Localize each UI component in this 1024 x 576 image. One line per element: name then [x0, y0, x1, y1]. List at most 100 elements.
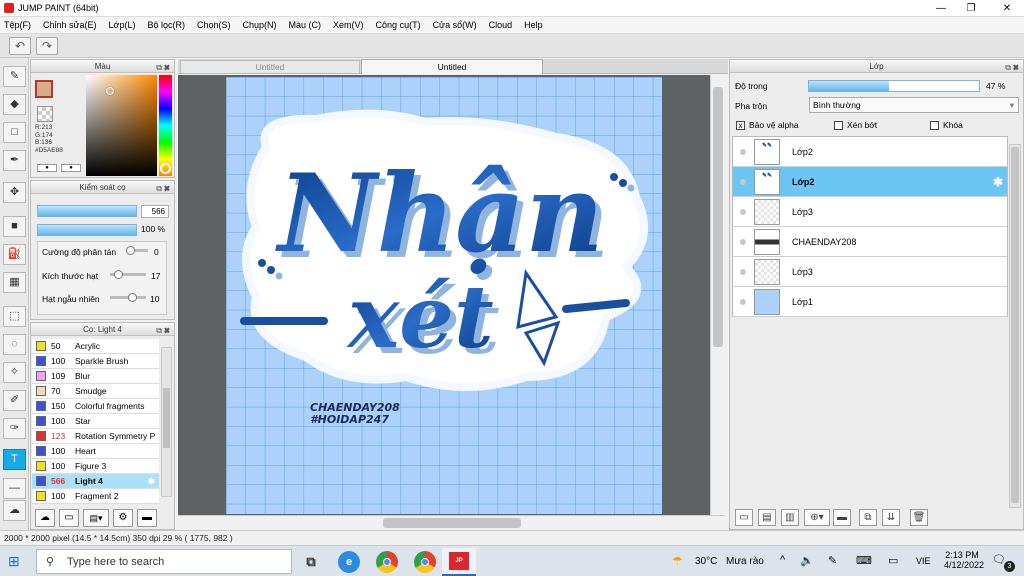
menu-capture[interactable]: Chụp(N) [243, 20, 277, 30]
tool-magic-wand[interactable]: ✧ [3, 362, 26, 383]
delete-layer-button[interactable]: 🗑 [910, 509, 928, 526]
brush-opacity-slider[interactable] [37, 224, 137, 236]
menu-filter[interactable]: Bộ lọc(R) [147, 20, 185, 30]
brush-item[interactable]: 150 Colorful fragments [32, 399, 159, 414]
color-picker-square[interactable] [86, 75, 157, 176]
tool-eraser[interactable]: ◆ [3, 94, 26, 115]
visibility-dot-icon[interactable] [740, 298, 746, 305]
tray-chevron-up-icon[interactable]: ^ [780, 554, 785, 566]
menu-select[interactable]: Chọn(S) [197, 20, 231, 30]
speaker-icon[interactable]: 🔈 [800, 554, 814, 567]
panel-controls-icon[interactable]: ⧉✖ [156, 182, 172, 195]
tool-lasso[interactable]: ◌ [3, 334, 26, 355]
brush-list-scrollbar[interactable] [161, 347, 172, 497]
brush-item[interactable]: 70 Smudge [32, 384, 159, 399]
pen-tray-icon[interactable]: ✎ [828, 554, 837, 567]
maximize-button[interactable]: ❐ [956, 0, 986, 17]
transparent-swatch[interactable] [37, 106, 53, 122]
brush-size-slider[interactable] [37, 205, 137, 217]
duplicate-layer-button[interactable]: ⧉ [859, 509, 877, 526]
tool-pen[interactable]: ✒ [3, 150, 26, 171]
brush-item[interactable]: 100 Figure 3 [32, 459, 159, 474]
particle-size-handle[interactable] [114, 270, 123, 279]
tool-bucket[interactable]: ⛽ [3, 244, 26, 265]
tab-untitled-2-active[interactable]: Untitled [361, 59, 543, 74]
edge-browser-icon[interactable]: e [338, 551, 360, 573]
layer-row[interactable]: Lớp3 [733, 197, 1007, 227]
protect-alpha-checkbox[interactable]: x Bảo vệ alpha [736, 120, 799, 131]
undo-button[interactable]: ↶ [9, 37, 31, 55]
brush-item[interactable]: 100 Star [32, 414, 159, 429]
merge-layer-button[interactable]: ⇊ [882, 509, 900, 526]
visibility-dot-icon[interactable] [740, 208, 746, 215]
tool-cloud[interactable]: ☁ [3, 500, 26, 521]
chrome-icon[interactable] [414, 551, 436, 573]
particle-size-slider[interactable] [110, 270, 146, 279]
menu-help[interactable]: Help [524, 20, 543, 30]
visibility-dot-icon[interactable] [740, 268, 746, 275]
hue-slider-handle[interactable] [160, 163, 171, 174]
task-view-icon[interactable]: ⧉ [300, 551, 322, 573]
tool-marquee[interactable]: ⬚ [3, 306, 26, 327]
clip-checkbox[interactable]: Xén bớt [834, 120, 877, 131]
layer-add-menu-button[interactable]: ⊕▾ [804, 509, 830, 526]
weather-text[interactable]: Mưa rào [726, 556, 764, 567]
layer-row-selected[interactable]: ✎✎ Lớp2 ✱ [733, 167, 1007, 197]
clock[interactable]: 2:13 PM 4/12/2022 [944, 550, 984, 570]
brush-folder-button[interactable]: ▬ [137, 509, 157, 527]
network-icon[interactable]: ▭ [888, 554, 898, 567]
keyboard-icon[interactable]: ⌨ [856, 554, 872, 567]
brush-item-selected[interactable]: 566 Light 4 ✱ [32, 474, 159, 489]
visibility-dot-icon[interactable] [740, 178, 746, 185]
lock-checkbox[interactable]: Khóa [930, 120, 963, 131]
canvas-viewport[interactable]: Nhận Nhận xét xét CHAENDAY208 #HOIDAP247 [178, 75, 710, 515]
tool-text[interactable]: T [3, 449, 26, 470]
drawing-canvas[interactable]: Nhận Nhận xét xét CHAENDAY208 #HOIDAP247 [226, 77, 662, 514]
hue-slider[interactable] [159, 75, 172, 176]
new-layer-button[interactable]: ▭ [735, 509, 753, 526]
taskbar-search-box[interactable]: ⚲ Type here to search [36, 549, 292, 574]
layer-row[interactable]: Lớp3 [733, 257, 1007, 287]
foreground-color-swatch[interactable] [35, 80, 53, 98]
tab-untitled-1[interactable]: Untitled [180, 60, 360, 74]
brush-item[interactable]: 100 Heart [32, 444, 159, 459]
jump-paint-taskbar-button[interactable]: JP [442, 548, 476, 576]
gear-icon[interactable]: ✱ [993, 175, 1003, 189]
color-picker-cursor[interactable] [106, 87, 114, 95]
brush-item[interactable]: 50 Acrylic [32, 339, 159, 354]
menu-window[interactable]: Cửa sổ(W) [433, 20, 477, 30]
brush-menu-button[interactable]: ▤▾ [83, 509, 109, 527]
visibility-dot-icon[interactable] [740, 238, 746, 245]
tool-fill-rect[interactable]: ■ [3, 216, 26, 237]
layer-row[interactable]: ✎✎ Lớp2 [733, 137, 1007, 167]
layer-row[interactable]: CHAENDAY208 [733, 227, 1007, 257]
random-particle-slider[interactable] [110, 293, 146, 302]
layer-folder-button[interactable]: ▬ [833, 509, 851, 526]
chrome-icon[interactable] [376, 551, 398, 573]
menu-layer[interactable]: Lớp(L) [109, 20, 136, 30]
language-indicator[interactable]: VIE [916, 556, 931, 566]
menu-cloud[interactable]: Cloud [489, 20, 513, 30]
visibility-dot-icon[interactable] [740, 148, 746, 155]
brush-item[interactable]: 100 Fragment 2 [32, 489, 159, 504]
gear-icon[interactable]: ✱ [148, 476, 155, 487]
tool-move[interactable]: ✥ [3, 182, 26, 203]
blend-mode-select[interactable]: Bình thường ▾ [809, 97, 1019, 113]
tool-gradient[interactable]: ▦ [3, 272, 26, 293]
menu-tools[interactable]: Công cụ(T) [376, 20, 421, 30]
menu-view[interactable]: Xem(V) [333, 20, 364, 30]
tool-select-pen[interactable]: ✐ [3, 390, 26, 411]
brush-settings-button[interactable]: ⚙ [113, 509, 133, 527]
minimize-button[interactable]: — [926, 0, 956, 17]
new-brush-button[interactable]: ▭ [59, 509, 79, 527]
panel-controls-icon[interactable]: ⧉✖ [1005, 61, 1021, 74]
layer-list-scrollbar[interactable] [1009, 144, 1021, 508]
brush-item[interactable]: 123 Rotation Symmetry P [32, 429, 159, 444]
panel-controls-icon[interactable]: ⧉✖ [156, 324, 172, 337]
windows-start-icon[interactable]: ⊞ [8, 553, 20, 570]
canvas-vscroll-thumb[interactable] [713, 87, 723, 347]
menu-file[interactable]: Tệp(F) [4, 20, 31, 30]
canvas-hscroll-thumb[interactable] [383, 518, 521, 528]
brush-list-scroll-thumb[interactable] [163, 388, 170, 448]
tool-select-eraser[interactable]: ✑ [3, 418, 26, 439]
